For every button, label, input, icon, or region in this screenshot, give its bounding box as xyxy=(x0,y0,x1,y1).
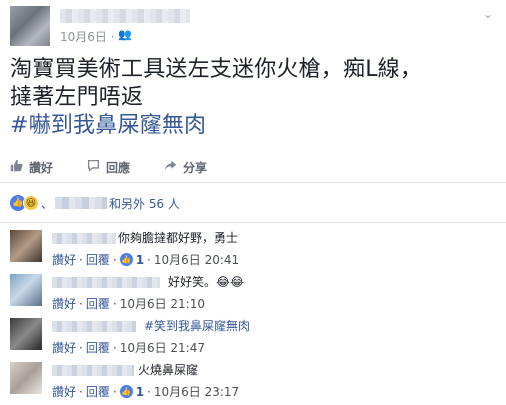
like-label: 讚好 xyxy=(29,160,54,175)
comment-meta: 讚好 · 回覆 · 10月6日 21:47 xyxy=(52,339,205,356)
comment-reply-link[interactable]: 回覆 xyxy=(86,251,110,268)
reactor-name-redacted[interactable] xyxy=(55,197,108,209)
comment-timestamp[interactable]: 10月6日 21:47 xyxy=(120,339,205,356)
share-label: 分享 xyxy=(183,160,208,175)
comment-meta: 讚好 · 回覆 · 👍 1 · 10月6日 23:17 xyxy=(52,383,240,400)
comment-like-count[interactable]: 1 xyxy=(136,253,144,267)
comment-item: #笑到我鼻屎窿無肉 讚好 · 回覆 · 10月6日 21:47 xyxy=(10,318,500,356)
post-body-line: 淘寶買美術工具送左支迷你火槍，痴L線， xyxy=(10,57,423,82)
commenter-name-redacted[interactable] xyxy=(52,365,134,376)
post-date[interactable]: 10月6日 · xyxy=(60,28,115,45)
reactions-summary[interactable]: 👍 😆 、 和另外 56 人 xyxy=(10,194,500,212)
comment-button[interactable]: 回應 xyxy=(87,156,130,178)
post-body-line: 撻著左門唔返 xyxy=(10,85,144,110)
comment-timestamp[interactable]: 10月6日 21:10 xyxy=(120,295,205,312)
divider xyxy=(0,182,506,183)
comment-item: 好好笑。😂😂 讚好 · 回覆 · 10月6日 21:10 xyxy=(10,274,500,312)
comment-like-link[interactable]: 讚好 xyxy=(52,383,76,400)
post-actions: 讚好 回應 分享 xyxy=(10,156,500,178)
post-header: 10月6日 · 👥 ⌄ xyxy=(10,6,500,46)
post-hashtag-link[interactable]: #嚇到我鼻屎窿無肉 xyxy=(10,112,500,140)
comment-text: 火燒鼻屎窿 xyxy=(138,363,199,377)
comment-reply-link[interactable]: 回覆 xyxy=(86,383,110,400)
comment-reply-link[interactable]: 回覆 xyxy=(86,295,110,312)
comment-meta: 讚好 · 回覆 · 👍 1 · 10月6日 20:41 xyxy=(52,251,240,268)
comment-timestamp[interactable]: 10月6日 23:17 xyxy=(154,383,239,400)
commenter-avatar[interactable] xyxy=(10,318,42,350)
comment-hashtag-link[interactable]: #笑到我鼻屎窿無肉 xyxy=(144,318,250,335)
like-reaction-icon: 👍 xyxy=(119,385,133,398)
friends-icon: 👥 xyxy=(118,28,132,41)
commenter-name-redacted[interactable] xyxy=(52,277,160,288)
thumbs-up-icon xyxy=(10,159,23,176)
comment-item: 你夠膽撻都好野，勇士 讚好 · 回覆 · 👍 1 · 10月6日 20:41 xyxy=(10,230,500,268)
commenter-avatar[interactable] xyxy=(10,362,42,394)
commenter-avatar[interactable] xyxy=(10,230,42,262)
comment-like-link[interactable]: 讚好 xyxy=(52,295,76,312)
commenter-name-redacted[interactable] xyxy=(52,233,116,244)
comment-icon xyxy=(87,159,100,176)
comment-like-count[interactable]: 1 xyxy=(136,385,144,399)
like-reaction-icon: 👍 xyxy=(119,253,133,266)
comment-like-link[interactable]: 讚好 xyxy=(52,339,76,356)
reactor-separator: 、 xyxy=(41,196,54,211)
reactions-others-count[interactable]: 和另外 56 人 xyxy=(109,195,180,212)
comment-item: 火燒鼻屎窿 讚好 · 回覆 · 👍 1 · 10月6日 23:17 xyxy=(10,362,500,400)
author-avatar[interactable] xyxy=(10,6,50,46)
share-icon xyxy=(164,159,177,176)
share-button[interactable]: 分享 xyxy=(164,156,207,178)
comment-meta: 讚好 · 回覆 · 10月6日 21:10 xyxy=(52,295,205,312)
commenter-name-redacted[interactable] xyxy=(52,321,136,332)
commenter-avatar[interactable] xyxy=(10,274,42,306)
haha-reaction-icon: 😆 xyxy=(23,195,39,211)
author-name-redacted[interactable] xyxy=(60,9,190,23)
chevron-down-icon[interactable]: ⌄ xyxy=(480,6,496,22)
comment-like-link[interactable]: 讚好 xyxy=(52,251,76,268)
comment-reply-link[interactable]: 回覆 xyxy=(86,339,110,356)
comment-text: 你夠膽撻都好野，勇士 xyxy=(118,231,239,245)
post-body: 淘寶買美術工具送左支迷你火槍，痴L線， 撻著左門唔返 #嚇到我鼻屎窿無肉 xyxy=(10,56,500,140)
comment-text: 好好笑。😂😂 xyxy=(168,275,245,289)
comment-label: 回應 xyxy=(106,160,131,175)
like-button[interactable]: 讚好 xyxy=(10,156,53,178)
comment-timestamp[interactable]: 10月6日 20:41 xyxy=(154,251,239,268)
divider xyxy=(0,222,506,223)
